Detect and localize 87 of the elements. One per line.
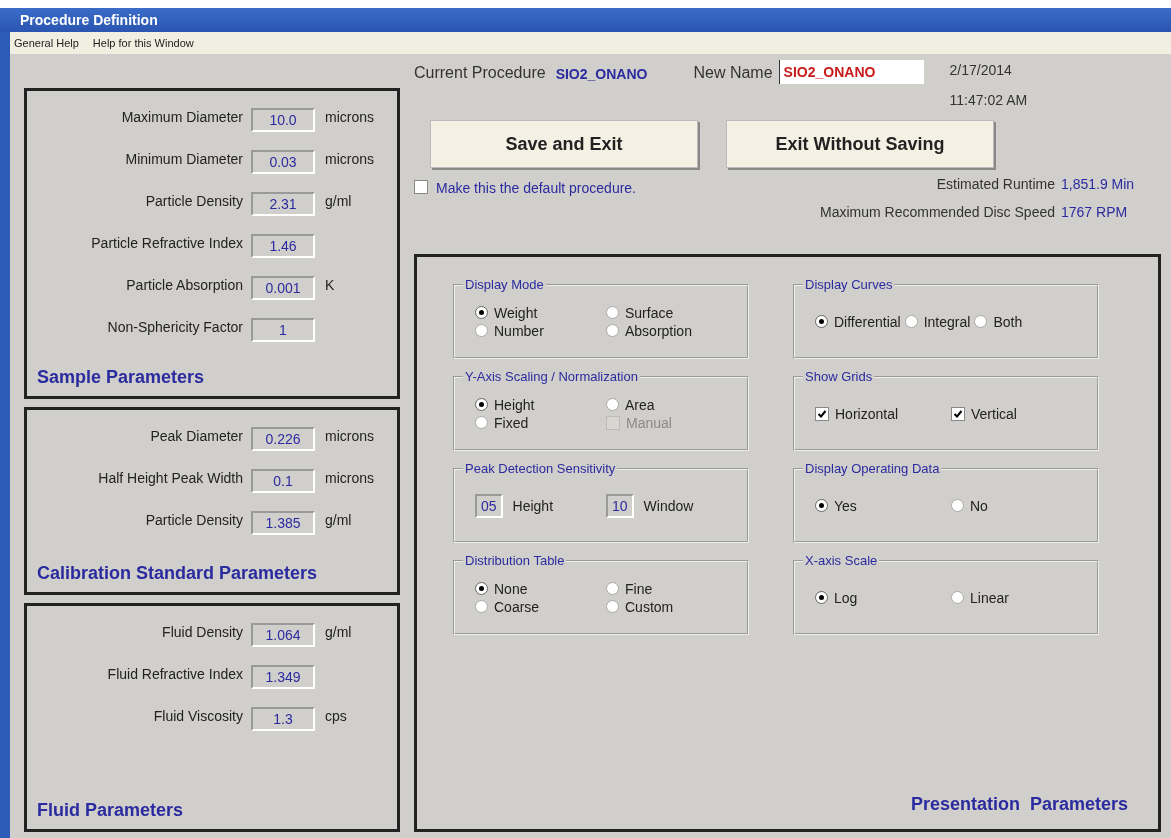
new-name-label: New Name: [693, 64, 773, 82]
radio-button[interactable]: Number: [475, 322, 544, 339]
check-icon: [953, 408, 963, 419]
date-text: 2/17/2014: [949, 62, 1013, 78]
input-field[interactable]: 0.1: [251, 469, 315, 493]
unit-label: g/ml: [324, 193, 352, 209]
group-title: Distribution Table: [464, 553, 566, 568]
default-checkbox[interactable]: Make this the default procedure.: [414, 176, 636, 200]
radio-button[interactable]: None: [475, 580, 528, 597]
check-icon: [817, 408, 827, 419]
field-label: Fluid Density: [161, 624, 244, 640]
radio-button[interactable]: Yes: [815, 497, 857, 514]
unit-label: K: [324, 277, 335, 293]
panel-title: Presentation Parameters: [910, 794, 1128, 815]
panel-title: Calibration Standard Parameters: [37, 563, 319, 584]
unit-label: microns: [324, 428, 374, 444]
radio-button[interactable]: Surface: [606, 304, 674, 321]
field-label: Window: [643, 497, 694, 514]
time-text: 11:47:02 AM: [949, 92, 1028, 108]
input-field[interactable]: 0.226: [251, 427, 315, 451]
radio-button[interactable]: Custom: [606, 598, 674, 615]
name-input-field[interactable]: SIO2_ONANO: [778, 60, 924, 84]
radio-button[interactable]: Fine: [606, 580, 653, 597]
radio-button[interactable]: Absorption: [606, 322, 692, 339]
field-label: Minimum Diameter: [124, 151, 244, 167]
field-label: Half Height Peak Width: [97, 470, 244, 486]
field-label: Non-Sphericity Factor: [106, 319, 244, 335]
group-title: X-axis Scale: [804, 553, 879, 568]
field-label: Particle Absorption: [125, 277, 244, 293]
radio-button[interactable]: Height: [475, 396, 535, 413]
group-title: Display Operating Data: [804, 461, 941, 476]
field-label: Height: [512, 497, 554, 514]
panel-title: Fluid Parameters: [37, 800, 185, 821]
input-field[interactable]: 1.46: [251, 234, 315, 258]
radio-button[interactable]: Differential: [815, 313, 901, 330]
radio-button[interactable]: No: [951, 497, 988, 514]
input-field[interactable]: 0.03: [251, 150, 315, 174]
action-button[interactable]: Save and Exit: [430, 120, 698, 168]
unit-label: g/ml: [324, 512, 352, 528]
input-field[interactable]: 0.001: [251, 276, 315, 300]
input-field[interactable]: 1.385: [251, 511, 315, 535]
checkbox[interactable]: Horizontal: [815, 405, 899, 422]
field-label: Particle Refractive Index: [90, 235, 244, 251]
action-button[interactable]: Exit Without Saving: [726, 120, 994, 168]
field-label: Maximum Diameter: [120, 109, 244, 125]
unit-label: microns: [324, 151, 374, 167]
menu-item[interactable]: General Help: [14, 37, 79, 49]
group-title: Show Grids: [804, 369, 874, 384]
field-label: Peak Diameter: [149, 428, 244, 444]
input-field[interactable]: 10.0: [251, 108, 315, 132]
unit-label: microns: [324, 109, 374, 125]
unit-label: g/ml: [324, 624, 352, 640]
field-label: Fluid Viscosity: [152, 708, 244, 724]
stat-value: 1,851.9 Min: [1061, 176, 1136, 192]
radio-button[interactable]: Linear: [951, 589, 1009, 606]
input-field[interactable]: 10: [606, 493, 634, 518]
input-field[interactable]: 05: [475, 493, 503, 518]
current-procedure-value: SIO2_ONANO: [555, 66, 648, 82]
radio-button[interactable]: Fixed: [475, 414, 529, 431]
radio-button[interactable]: Both: [974, 313, 1023, 330]
stat-label: Maximum Recommended Disc Speed: [820, 204, 1055, 220]
input-field[interactable]: 2.31: [251, 192, 315, 216]
radio-button[interactable]: Coarse: [475, 598, 540, 615]
unit-label: cps: [324, 708, 347, 724]
input-field[interactable]: 1: [251, 318, 315, 342]
group-title: Display Curves: [804, 277, 894, 292]
field-label: Fluid Refractive Index: [106, 666, 244, 682]
input-field[interactable]: 1.064: [251, 623, 315, 647]
stat-value: 1767 RPM: [1061, 204, 1129, 220]
current-procedure-label: Current Procedure: [414, 64, 546, 82]
radio-button[interactable]: Area: [606, 396, 655, 413]
stat-label: Estimated Runtime: [936, 176, 1055, 192]
group-title: Peak Detection Sensitivity: [464, 461, 617, 476]
panel-title: Sample Parameters: [37, 367, 206, 388]
group-title: Display Mode: [464, 277, 545, 292]
radio-button[interactable]: Weight: [475, 304, 538, 321]
group-title: Y-Axis Scaling / Normalization: [464, 369, 639, 384]
radio-button[interactable]: Integral: [904, 313, 971, 330]
checkbox[interactable]: Vertical: [951, 405, 1017, 422]
unit-label: microns: [324, 470, 374, 486]
menu-item[interactable]: Help for this Window: [92, 37, 194, 49]
input-field[interactable]: 1.3: [251, 707, 315, 731]
field-label: Particle Density: [144, 512, 244, 528]
input-field[interactable]: 1.349: [251, 665, 315, 689]
window-title: Procedure Definition: [20, 12, 158, 28]
radio-button[interactable]: Log: [815, 589, 858, 606]
field-label: Particle Density: [144, 193, 244, 209]
